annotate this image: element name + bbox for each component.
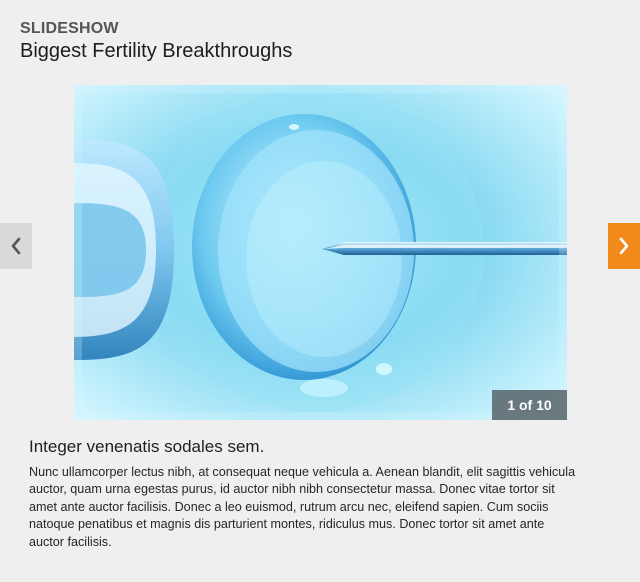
next-slide-button[interactable] <box>608 223 640 269</box>
caption-body: Nunc ullamcorper lectus nibh, at consequ… <box>29 465 576 549</box>
slide-image <box>74 85 567 420</box>
slide-image-container: 1 of 10 <box>74 85 567 420</box>
previous-slide-button[interactable] <box>0 223 32 269</box>
section-eyebrow: SLIDESHOW <box>20 20 119 37</box>
chevron-left-icon <box>11 237 21 255</box>
slideshow-title: Biggest Fertility Breakthroughs <box>20 40 293 62</box>
caption-title: Integer venenatis sodales sem. <box>29 437 265 456</box>
chevron-right-icon <box>619 237 629 255</box>
slide-counter: 1 of 10 <box>492 390 567 420</box>
